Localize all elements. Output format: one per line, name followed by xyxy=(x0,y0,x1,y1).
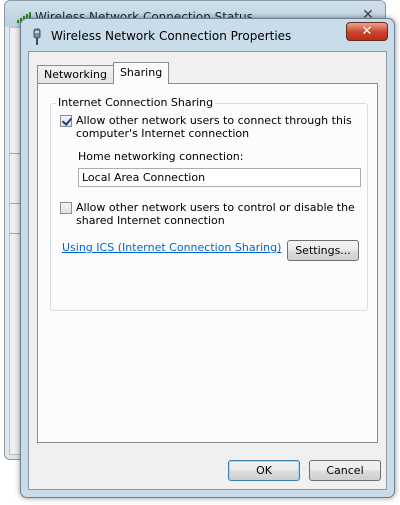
allow-connect-label[interactable]: Allow other network users to connect thr… xyxy=(76,114,352,140)
allow-control-label-line2: shared Internet connection xyxy=(76,214,225,227)
allow-control-label[interactable]: Allow other network users to control or … xyxy=(76,201,355,227)
allow-control-checkbox[interactable] xyxy=(60,202,72,214)
tab-strip: Networking Sharing xyxy=(37,62,170,84)
sharing-tab-panel: Internet Connection Sharing Allow other … xyxy=(37,83,378,443)
dialog-titlebar[interactable]: Wireless Network Connection Properties ✕ xyxy=(21,19,394,53)
ics-group-title: Internet Connection Sharing xyxy=(56,96,216,109)
allow-connect-checkbox[interactable] xyxy=(60,115,72,127)
close-button[interactable]: ✕ xyxy=(346,22,388,41)
ics-help-link[interactable]: Using ICS (Internet Connection Sharing) xyxy=(62,241,281,254)
allow-connect-label-line2: computer's Internet connection xyxy=(76,127,250,140)
ics-group-box: Internet Connection Sharing Allow other … xyxy=(50,96,368,311)
cancel-button[interactable]: Cancel xyxy=(309,460,381,481)
properties-dialog: Wireless Network Connection Properties ✕… xyxy=(20,18,395,498)
dialog-client-area: Networking Sharing Internet Connection S… xyxy=(28,51,387,490)
dialog-title: Wireless Network Connection Properties xyxy=(51,29,292,43)
ok-button[interactable]: OK xyxy=(228,460,300,481)
network-adapter-icon xyxy=(33,28,41,45)
home-connection-field[interactable]: Local Area Connection xyxy=(78,168,361,187)
home-connection-label: Home networking connection: xyxy=(78,150,244,163)
settings-button[interactable]: Settings... xyxy=(287,240,359,261)
tab-sharing[interactable]: Sharing xyxy=(112,62,170,84)
allow-connect-label-line1: Allow other network users to connect thr… xyxy=(76,114,352,127)
tab-networking[interactable]: Networking xyxy=(37,65,114,84)
allow-control-label-line1: Allow other network users to control or … xyxy=(76,201,355,214)
